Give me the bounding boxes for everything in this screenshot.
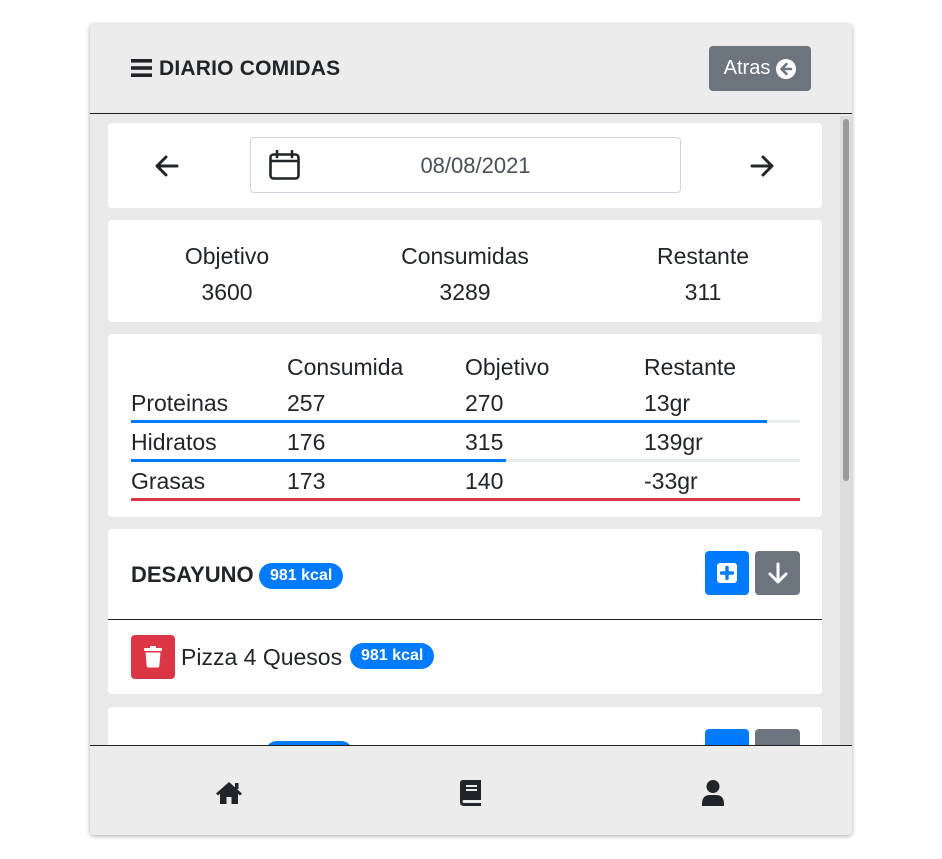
scrollbar[interactable] [840, 116, 852, 745]
column-header: Restante [644, 354, 737, 380]
app-window: DIARIO COMIDAS Atras 08/08/2021 Objetivo… [90, 24, 852, 835]
macro-goal: 140 [465, 468, 504, 494]
food-kcal-badge: 981 kcal [350, 643, 435, 669]
add-food-button[interactable] [705, 551, 749, 595]
add-food-button[interactable] [705, 729, 749, 745]
scroll-content[interactable]: 08/08/2021 Objetivo 3600 Consumidas 3289… [90, 114, 852, 745]
meal-title: DESAYUNO [131, 562, 254, 587]
trash-icon [144, 646, 162, 668]
macro-consumed: 173 [287, 468, 326, 494]
macro-name: Hidratos [131, 429, 217, 455]
calorie-summary: Objetivo 3600 Consumidas 3289 Restante 3… [108, 220, 822, 322]
progress-fill [131, 459, 506, 462]
food-item-name: Pizza 4 Quesos [181, 644, 343, 670]
meal-card-breakfast: DESAYUNO 981 kcal Pizza 4 Quesos 981 kca… [108, 529, 822, 694]
summary-label: Consumidas [401, 243, 529, 269]
collapse-meal-button[interactable] [755, 551, 800, 595]
home-icon [216, 782, 242, 804]
collapse-meal-button[interactable] [755, 729, 800, 745]
meal-kcal-badge: 981 kcal [259, 563, 344, 589]
macro-name: Grasas [131, 468, 206, 494]
macro-goal: 315 [465, 429, 504, 455]
summary-label: Restante [656, 243, 750, 269]
date-navigator: 08/08/2021 [108, 123, 822, 208]
plus-square-icon [717, 563, 737, 583]
nav-profile[interactable] [698, 778, 728, 808]
macro-remaining: 139gr [644, 429, 703, 455]
date-value: 08/08/2021 [420, 153, 531, 178]
arrow-right-icon [750, 155, 774, 177]
progress-fill [131, 420, 767, 423]
summary-consumed: Consumidas 3289 [365, 238, 565, 310]
arrow-down-icon [768, 562, 787, 584]
arrow-circle-left-icon [776, 58, 797, 79]
summary-label: Objetivo [184, 243, 270, 269]
macro-consumed: 257 [287, 390, 326, 416]
macro-remaining: -33gr [644, 468, 698, 494]
back-button[interactable]: Atras [709, 46, 811, 91]
macro-name: Proteinas [131, 390, 229, 416]
divider [108, 619, 822, 620]
progress-fill [131, 498, 800, 501]
summary-goal: Objetivo 3600 [127, 238, 327, 310]
progress-bar [131, 459, 800, 462]
bottom-nav [90, 745, 852, 835]
summary-value: 311 [684, 279, 722, 305]
nav-home[interactable] [214, 778, 244, 808]
top-bar: DIARIO COMIDAS Atras [90, 24, 852, 114]
macro-consumed: 176 [287, 429, 326, 455]
user-icon [702, 780, 724, 806]
book-icon [460, 780, 481, 806]
summary-value: 3600 [201, 279, 253, 305]
column-header: Objetivo [465, 354, 550, 380]
nav-diary[interactable] [456, 778, 486, 808]
back-button-label: Atras [723, 57, 771, 79]
previous-day-button[interactable] [150, 149, 184, 183]
macro-remaining: 13gr [644, 390, 691, 416]
arrow-left-icon [155, 155, 179, 177]
macros-table: Consumida Objetivo Restante Proteinas 25… [108, 334, 822, 517]
summary-value: 3289 [439, 279, 491, 305]
scrollbar-thumb[interactable] [843, 119, 849, 481]
summary-remaining: Restante 311 [603, 238, 803, 310]
next-day-button[interactable] [745, 149, 779, 183]
meal-card-next [108, 707, 822, 745]
macro-goal: 270 [465, 390, 504, 416]
date-input[interactable]: 08/08/2021 [250, 137, 681, 193]
page-title: DIARIO COMIDAS [159, 57, 341, 80]
delete-food-button[interactable] [131, 635, 175, 679]
progress-bar [131, 420, 800, 423]
column-header: Consumida [287, 354, 404, 380]
progress-bar [131, 498, 800, 501]
menu-icon[interactable] [131, 59, 152, 77]
